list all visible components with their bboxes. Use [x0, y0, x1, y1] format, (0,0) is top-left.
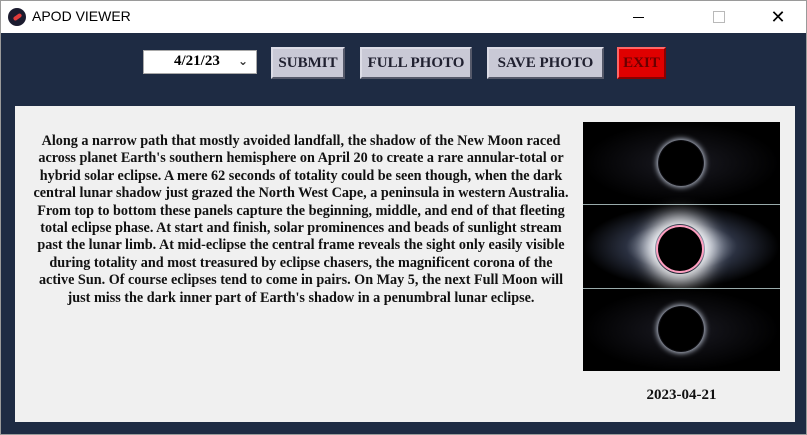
exit-button[interactable]: EXIT	[617, 47, 666, 79]
maximize-icon	[713, 11, 725, 23]
minimize-icon	[632, 16, 644, 18]
apod-photo	[583, 122, 780, 371]
minimize-button[interactable]	[615, 1, 661, 33]
eclipse-frame-start	[583, 122, 780, 204]
date-dropdown[interactable]: 4/21/23 ⌄	[143, 50, 257, 74]
window-title: APOD VIEWER	[32, 8, 131, 24]
eclipse-frame-middle	[583, 205, 780, 288]
photo-date-label: 2023-04-21	[646, 387, 717, 403]
date-value: 4/21/23	[174, 53, 220, 69]
title-bar[interactable]: APOD VIEWER ✕	[1, 1, 806, 33]
eclipse-frame-end	[583, 289, 780, 371]
close-button[interactable]: ✕	[755, 1, 801, 33]
app-logo-icon	[8, 8, 26, 26]
content-panel: Along a narrow path that mostly avoided …	[15, 106, 795, 422]
save-photo-button[interactable]: SAVE PHOTO	[487, 47, 604, 79]
full-photo-button[interactable]: FULL PHOTO	[360, 47, 472, 79]
app-window: APOD VIEWER ✕ 4/21/23 ⌄ SUBMIT FULL PHOT…	[0, 0, 807, 435]
close-icon: ✕	[770, 6, 786, 27]
photo-description: Along a narrow path that mostly avoided …	[33, 133, 569, 306]
chevron-down-icon: ⌄	[237, 54, 248, 68]
maximize-button[interactable]	[696, 1, 742, 33]
submit-button[interactable]: SUBMIT	[271, 47, 345, 79]
